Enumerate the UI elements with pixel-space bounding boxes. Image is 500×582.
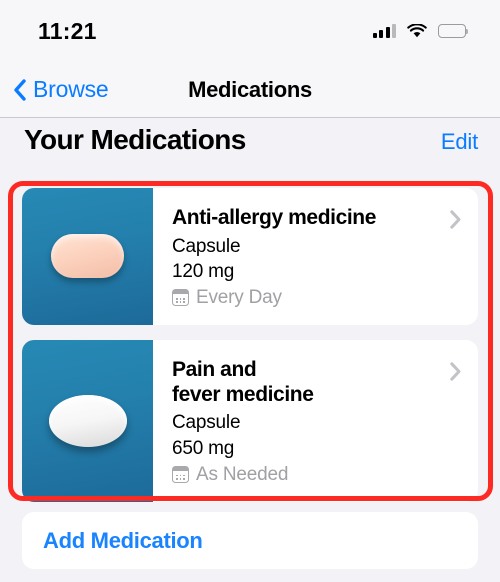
chevron-right-icon[interactable]	[450, 210, 461, 229]
add-medication-button[interactable]: Add Medication	[22, 512, 478, 569]
medication-thumbnail	[22, 188, 153, 325]
medication-details: Pain and fever medicine Capsule 650 mg A…	[153, 340, 478, 502]
medication-row-pain-fever[interactable]: Pain and fever medicine Capsule 650 mg A…	[22, 339, 478, 502]
medication-details: Anti-allergy medicine Capsule 120 mg Eve…	[153, 188, 478, 325]
capsule-pill-icon	[51, 234, 124, 279]
medication-schedule-label: Every Day	[196, 286, 282, 308]
navigation-bar: Browse Medications	[0, 62, 500, 118]
medication-name: Pain and fever medicine	[172, 357, 314, 406]
calendar-icon	[172, 289, 189, 307]
medication-thumbnail	[22, 339, 153, 502]
edit-button[interactable]: Edit	[441, 129, 478, 155]
chevron-right-icon[interactable]	[450, 362, 461, 381]
medication-row-anti-allergy[interactable]: Anti-allergy medicine Capsule 120 mg Eve…	[22, 188, 478, 325]
status-bar: 11:21	[0, 0, 500, 62]
tablet-pill-icon	[48, 394, 127, 447]
calendar-icon	[172, 466, 189, 484]
status-bar-icons	[372, 22, 469, 39]
back-button[interactable]: Browse	[13, 76, 109, 103]
medication-dose: 120 mg	[172, 260, 235, 282]
medication-schedule: As Needed	[172, 464, 462, 486]
medication-schedule-label: As Needed	[196, 463, 289, 485]
medication-form: Capsule	[172, 412, 241, 434]
back-button-label: Browse	[33, 76, 109, 102]
cellular-signal-icon	[372, 24, 396, 38]
chevron-left-icon	[13, 78, 26, 101]
wifi-icon	[407, 22, 427, 39]
section-header: Your Medications Edit	[0, 124, 500, 156]
medication-list: Anti-allergy medicine Capsule 120 mg Eve…	[22, 188, 478, 502]
medication-form: Capsule	[172, 235, 241, 257]
add-medication-label: Add Medication	[43, 527, 203, 553]
medication-name: Anti-allergy medicine	[172, 206, 376, 229]
section-title: Your Medications	[24, 124, 246, 155]
medication-schedule: Every Day	[172, 287, 462, 309]
battery-icon	[438, 24, 469, 38]
medication-dose: 650 mg	[172, 437, 235, 459]
status-bar-clock: 11:21	[38, 17, 97, 44]
medications-screen: 11:21 Browse Medications Your Medication…	[0, 0, 500, 582]
